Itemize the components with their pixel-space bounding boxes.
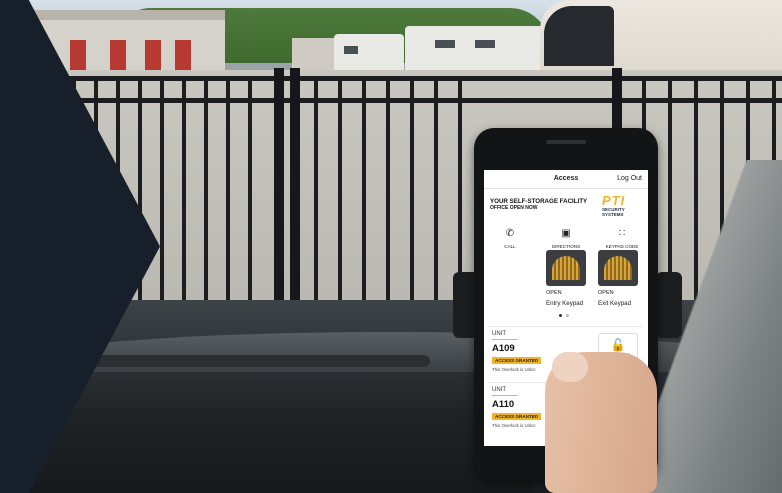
page-indicator xyxy=(559,314,573,318)
entry-gate-name: Entry Keypad xyxy=(546,300,584,307)
unit-description: This Overlock is Unloc xyxy=(492,367,536,372)
unit-number: A110 xyxy=(492,399,515,410)
keypad-code-button[interactable]: ∷ KEYPAD CODE xyxy=(602,228,642,249)
directions-button[interactable]: ▣ DIRECTIONS xyxy=(546,228,586,249)
page-dot[interactable] xyxy=(566,314,569,317)
map-icon: ▣ xyxy=(561,228,571,239)
page-dot-active[interactable] xyxy=(559,314,562,317)
access-badge: ACCESS GRANTED xyxy=(492,413,542,420)
phone-mount-right xyxy=(656,272,682,338)
entry-gate-status: OPEN xyxy=(546,290,562,296)
office-status: OFFICE OPEN NOW xyxy=(490,205,538,211)
unit-label: UNIT xyxy=(492,331,506,337)
keypad-code-label: KEYPAD CODE xyxy=(605,244,639,249)
gate-icon xyxy=(552,256,580,280)
wiper xyxy=(70,355,430,367)
access-badge: ACCESS GRANTED xyxy=(492,357,542,364)
keypad-grid-icon: ∷ xyxy=(618,228,626,239)
directions-label: DIRECTIONS xyxy=(551,244,581,249)
app-header: Access Log Out xyxy=(484,170,648,189)
unit-number: A109 xyxy=(492,343,515,354)
logo-subtitle-2: SYSTEMS xyxy=(602,212,624,217)
rv-trailer xyxy=(334,34,404,74)
logo-brand: PTI xyxy=(602,193,626,208)
pti-logo: PTI SECURITY SYSTEMS xyxy=(602,194,642,220)
phone-icon: ✆ xyxy=(505,228,515,239)
unit-description: This Overlock is Unloc xyxy=(492,423,536,428)
entry-gate-button[interactable] xyxy=(546,250,586,286)
logout-link[interactable]: Log Out xyxy=(617,175,642,182)
phone-speaker xyxy=(546,140,586,144)
unlocked-padlock-icon: 🔓 xyxy=(610,338,626,352)
fingernail xyxy=(552,352,588,382)
exit-gate-status: OPEN xyxy=(598,290,614,296)
exit-gate-name: Exit Keypad xyxy=(598,300,632,307)
unit-label: UNIT xyxy=(492,387,506,393)
facility-name: YOUR SELF-STORAGE FACILITY xyxy=(490,198,588,205)
call-label: CALL xyxy=(504,244,516,249)
photo-scene: Access Log Out YOUR SELF-STORAGE FACILIT… xyxy=(0,0,782,493)
gate-icon xyxy=(604,256,632,280)
exit-gate-button[interactable] xyxy=(598,250,638,286)
call-button[interactable]: ✆ CALL xyxy=(490,228,530,249)
